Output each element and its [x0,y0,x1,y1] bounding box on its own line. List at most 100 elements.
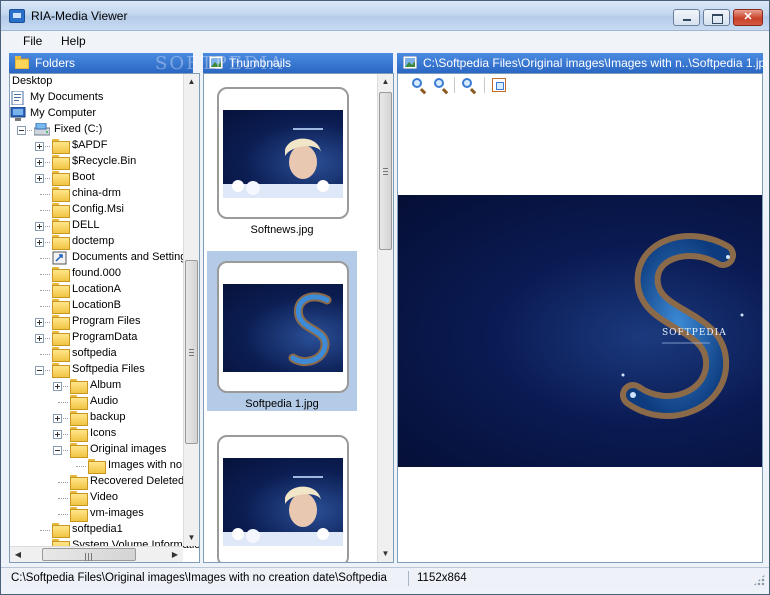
collapse-icon[interactable] [53,446,62,455]
folder-icon [52,139,70,154]
tree-item-label: Audio [90,395,119,407]
folder-tree-hscroll[interactable]: ◀ ▶ [10,546,183,562]
scroll-up-button[interactable]: ▲ [378,74,393,90]
expand-icon[interactable] [35,142,44,151]
scroll-down-button[interactable]: ▼ [378,546,393,562]
minimize-icon [674,10,699,25]
tree-item[interactable]: Album [10,378,183,394]
folder-icon [70,475,88,490]
tree-item[interactable]: DELL [10,218,183,234]
expand-icon[interactable] [35,334,44,343]
tree-item-label: My Computer [30,107,97,119]
tree-item[interactable]: backup [10,410,183,426]
zoom-out-button[interactable] [433,77,449,93]
tree-item[interactable]: found.000 [10,266,183,282]
folder-icon [15,56,29,69]
expand-icon[interactable] [53,382,62,391]
expand-icon[interactable] [53,430,62,439]
tree-item[interactable]: Original images [10,442,183,458]
tree-item[interactable]: Boot [10,170,183,186]
thumbnail-item[interactable]: Softnews.jpg [207,77,357,237]
scroll-up-button[interactable]: ▲ [184,74,199,90]
tree-item[interactable]: vm-images [10,506,183,522]
scroll-left-button[interactable]: ◀ [10,547,26,562]
tree-item[interactable]: Recovered Deleted [10,474,184,490]
tree-item[interactable]: Config.Msi [10,202,183,218]
expand-icon[interactable] [35,318,44,327]
folder-icon [70,491,88,506]
tree-item-label: Icons [90,427,117,439]
zoom-in-button[interactable] [411,77,427,93]
tree-item[interactable]: LocationA [10,282,183,298]
tree-item[interactable]: softpedia1 [10,522,183,538]
scroll-thumb[interactable] [379,92,392,250]
tree-item-label: softpedia [72,347,117,359]
toolbar-separator [454,77,455,93]
tree-item[interactable]: ProgramData [10,330,183,346]
scroll-thumb[interactable] [185,260,198,444]
folders-panel-title: Folders [35,56,76,70]
tree-item[interactable]: LocationB [10,298,183,314]
tree-item[interactable]: $Recycle.Bin [10,154,183,170]
expand-icon[interactable] [35,174,44,183]
close-icon: ✕ [743,11,753,23]
thumbnails-vscroll[interactable]: ▲ ▼ [377,74,393,562]
tree-connector [58,498,68,499]
actual-size-button[interactable] [461,77,477,93]
minimize-button[interactable] [673,9,700,26]
scroll-right-button[interactable]: ▶ [167,547,183,562]
menu-file[interactable]: File [21,34,44,48]
app-window: RIA-Media Viewer ✕ File Help Folders Des… [0,0,770,595]
expand-icon[interactable] [35,238,44,247]
collapse-icon[interactable] [35,366,44,375]
tree-item[interactable]: Program Files [10,314,183,330]
status-path: C:\Softpedia Files\Original images\Image… [11,572,387,584]
tree-item[interactable]: Fixed (C:) [10,122,183,138]
folder-icon [52,155,70,170]
folder-icon [52,523,70,538]
scroll-down-button[interactable]: ▼ [184,530,199,546]
tree-item-label: LocationA [72,283,121,295]
close-button[interactable]: ✕ [733,9,763,26]
tree-item[interactable]: doctemp [10,234,183,250]
tree-item[interactable]: Desktop [10,74,183,90]
expand-icon[interactable] [53,414,62,423]
fit-to-window-button[interactable] [491,77,507,93]
tree-item-label: backup [90,411,126,423]
expand-icon[interactable] [35,222,44,231]
tree-item[interactable]: china-drm [10,186,183,202]
thumbnail-image [223,458,343,546]
tree-item[interactable]: My Computer [10,106,183,122]
documents-icon [11,91,24,105]
preview-image: SOFTPEDIA [398,195,762,467]
tree-item[interactable]: Documents and Settings [10,250,192,266]
hscroll-thumb[interactable] [42,548,136,561]
tree-item[interactable]: Icons [10,426,183,442]
computer-icon [10,107,26,121]
logo-text: SOFTPEDIA [662,328,727,338]
tree-item[interactable]: Video [10,490,183,506]
tree-item[interactable]: $APDF [10,138,183,154]
expand-icon[interactable] [35,158,44,167]
tree-item[interactable]: softpedia [10,346,183,362]
tree-connector [40,210,50,211]
maximize-button[interactable] [703,9,730,26]
folder-tree[interactable]: Desktop My Documents My Computer Fixed (C:)… [9,73,200,563]
thumbnail-item[interactable] [207,425,357,562]
tree-connector [40,274,50,275]
resize-grip-icon[interactable] [753,574,765,586]
thumbnails-pane[interactable]: Softnews.jpg Softpedia 1.jpg ▲ ▼ [203,73,394,563]
tree-item[interactable]: My Documents [10,90,183,106]
folder-tree-vscroll[interactable]: ▲ ▼ [183,74,199,546]
folder-icon [52,299,70,314]
tree-item[interactable]: Images with no creation date [10,458,199,474]
tree-item-label: vm-images [90,507,144,519]
menu-help[interactable]: Help [59,34,88,48]
status-dimensions: 1152x864 [417,572,467,584]
tree-item[interactable]: Audio [10,394,183,410]
title-bar[interactable]: RIA-Media Viewer ✕ [1,1,769,31]
tree-item[interactable]: Softpedia Files [10,362,183,378]
collapse-icon[interactable] [17,126,26,135]
tree-item-label: Video [90,491,118,503]
thumbnail-item[interactable]: Softpedia 1.jpg [207,251,357,411]
